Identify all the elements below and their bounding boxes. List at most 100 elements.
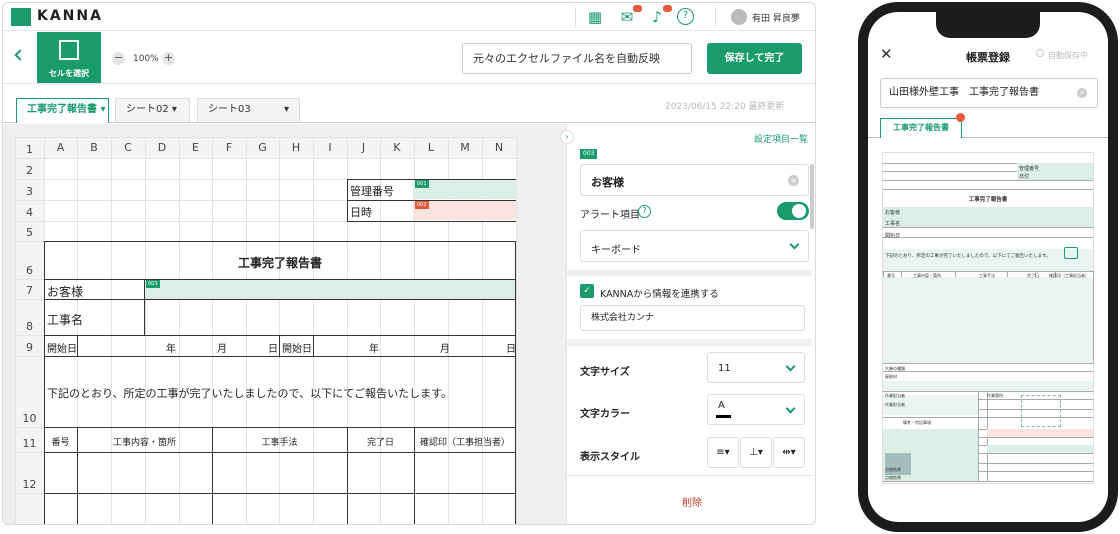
floor-plan-image[interactable] — [1021, 395, 1061, 427]
cell-start-date-2[interactable]: 開始日 — [282, 340, 312, 355]
row-header-8[interactable]: 8 — [15, 320, 44, 333]
zoom-out-button[interactable]: − — [112, 52, 125, 65]
row-header-3[interactable]: 3 — [15, 185, 44, 198]
font-size-select[interactable]: 11 — [707, 352, 805, 383]
cell-year-2: 年 — [369, 344, 379, 355]
delete-button[interactable]: 削除 — [567, 494, 815, 509]
spreadsheet-area: A B C D E F G H I J K L M N 1 2 3 4 5 6 7 8 9 10 11 12 001 002 00… — [3, 124, 566, 524]
row-header-11[interactable]: 11 — [15, 437, 44, 450]
mini-result-2: 点検結果 — [885, 475, 901, 480]
cell-day-2: 日 — [506, 344, 516, 355]
column-header-i[interactable]: I — [313, 141, 347, 154]
cell-day: 日 — [268, 344, 278, 355]
panel-scrollbar[interactable] — [810, 164, 814, 229]
user-name[interactable]: 有田 昇良夢 — [752, 11, 800, 24]
row-header-1[interactable]: 1 — [15, 143, 44, 156]
column-header-e[interactable]: E — [179, 141, 212, 154]
mini-report-title: 工事完了報告書 — [968, 197, 1008, 203]
company-input[interactable]: 株式会社カンナ — [580, 305, 805, 331]
desktop-window: KANNA ▦ ✉ ♪ ? 有田 昇良夢 セルを選択 − 100% + 元々のエ… — [2, 2, 816, 525]
column-header-m[interactable]: M — [448, 141, 482, 154]
row-header-9[interactable]: 9 — [15, 341, 44, 354]
align-vertical-select[interactable]: ⊥▾ — [740, 437, 772, 468]
input-type-select[interactable]: キーボード — [580, 230, 809, 262]
cell-customer[interactable]: お客様 — [47, 283, 83, 300]
link-checkbox[interactable]: ✓ — [580, 284, 594, 298]
column-header-k[interactable]: K — [380, 141, 414, 154]
item-name: お客様 — [591, 176, 624, 189]
brand-name: KANNA — [37, 8, 103, 24]
row-header-5[interactable]: 5 — [15, 226, 44, 239]
row-header-7[interactable]: 7 — [15, 284, 44, 297]
phone-sheet-preview[interactable]: 管理番号 日付 工事完了報告書 お客様 工事名 開始日 下記のとおり、所定の工事… — [882, 152, 1094, 484]
mini-work-name: 工事名 — [885, 221, 901, 227]
cell-work-name[interactable]: 工事名 — [47, 311, 83, 328]
tab-sheet-3[interactable]: シート03 ▾ — [197, 98, 300, 122]
cell-datetime[interactable]: 日時 — [350, 204, 372, 220]
autosave-icon — [1036, 49, 1044, 57]
select-cell-button[interactable]: セルを選択 — [37, 32, 101, 83]
phone-tab[interactable]: 工事完了報告書 — [880, 118, 962, 138]
file-name-input[interactable]: 元々のエクセルファイル名を自動反映 — [462, 43, 692, 74]
row-header-6[interactable]: 6 — [15, 264, 44, 277]
back-icon[interactable] — [14, 49, 26, 61]
cell-col-content[interactable]: 工事内容・箇所 — [77, 435, 212, 448]
column-header-j[interactable]: J — [347, 141, 380, 154]
cell-col-done[interactable]: 完了日 — [347, 435, 414, 448]
alert-label: アラート項目 — [580, 210, 640, 221]
font-size-value: 11 — [718, 363, 731, 374]
sheet-tabs: 工事完了報告書 ▾ シート02 ▾ シート03 ▾ 2023/06/15 22:2… — [3, 85, 815, 123]
item-name-field[interactable]: お客様 × — [580, 164, 809, 196]
row-header-4[interactable]: 4 — [15, 206, 44, 219]
help-icon[interactable]: ? — [638, 205, 651, 218]
help-icon[interactable]: ? — [677, 8, 694, 25]
save-complete-button[interactable]: 保存して完了 — [707, 43, 802, 74]
clear-icon[interactable]: × — [1077, 88, 1087, 98]
column-header-a[interactable]: A — [44, 141, 77, 154]
calendar-icon[interactable]: ▦ — [585, 7, 605, 27]
cell-mgmt-no[interactable]: 管理番号 — [350, 183, 394, 199]
column-header-n[interactable]: N — [482, 141, 516, 154]
spreadsheet[interactable]: A B C D E F G H I J K L M N 1 2 3 4 5 6 7 8 9 10 11 12 001 002 00… — [15, 137, 517, 524]
column-header-d[interactable]: D — [145, 141, 179, 154]
align-horizontal-select[interactable]: ≡▾ — [707, 437, 739, 468]
cell-customer-value[interactable] — [145, 280, 516, 299]
cell-col-method[interactable]: 工事手法 — [212, 435, 347, 448]
column-header-c[interactable]: C — [111, 141, 145, 154]
mini-remarks: 備考・特記事項 — [903, 420, 931, 425]
cell-col-no[interactable]: 番号 — [44, 435, 77, 448]
chevron-down-icon — [789, 239, 800, 250]
last-updated: 2023/06/15 22:20 最終更新 — [665, 102, 785, 112]
font-size-label: 文字サイズ — [580, 367, 630, 378]
tab-alert-badge — [956, 113, 965, 122]
cell-report-title[interactable]: 工事完了報告書 — [44, 254, 516, 271]
cell-col-confirm[interactable]: 確認印（工事担当者） — [414, 435, 516, 448]
column-header-b[interactable]: B — [77, 141, 111, 154]
text-wrap-select[interactable]: ⇹▾ — [773, 437, 805, 468]
settings-list-link[interactable]: 設定項目一覧 — [754, 132, 808, 145]
font-color-select[interactable]: A — [707, 394, 805, 425]
zoom-in-button[interactable]: + — [162, 52, 175, 65]
row-header-10[interactable]: 10 — [15, 412, 44, 425]
column-header-g[interactable]: G — [246, 141, 279, 154]
clear-icon[interactable]: × — [788, 175, 799, 186]
bell-icon[interactable]: ♪ — [647, 5, 672, 27]
column-header-h[interactable]: H — [279, 141, 313, 154]
avatar[interactable] — [731, 9, 747, 25]
camera-icon[interactable] — [1064, 247, 1078, 259]
cell-start-date[interactable]: 開始日 — [47, 340, 77, 355]
chat-icon[interactable]: ✉ — [617, 5, 642, 27]
column-header-f[interactable]: F — [212, 141, 246, 154]
cell-notice[interactable]: 下記のとおり、所定の工事が完了いたしましたので、以下にてご報告いたします。 — [47, 385, 452, 401]
phone-frame: ✕ 帳票登録 自動保存中 山田様外壁工事 工事完了報告書 × 工事完了報告書 管… — [858, 2, 1118, 532]
color-swatch — [716, 415, 731, 418]
alert-toggle[interactable] — [777, 202, 809, 220]
column-header-l[interactable]: L — [414, 141, 448, 154]
row-header-2[interactable]: 2 — [15, 164, 44, 177]
doc-title-input[interactable]: 山田様外壁工事 工事完了報告書 — [880, 78, 1098, 108]
collapse-panel-icon[interactable]: › — [560, 130, 574, 144]
toggle-knob — [792, 204, 806, 218]
tab-sheet-1[interactable]: 工事完了報告書 ▾ — [16, 98, 109, 123]
row-header-12[interactable]: 12 — [15, 478, 44, 491]
tab-sheet-2[interactable]: シート02 ▾ — [115, 98, 190, 122]
